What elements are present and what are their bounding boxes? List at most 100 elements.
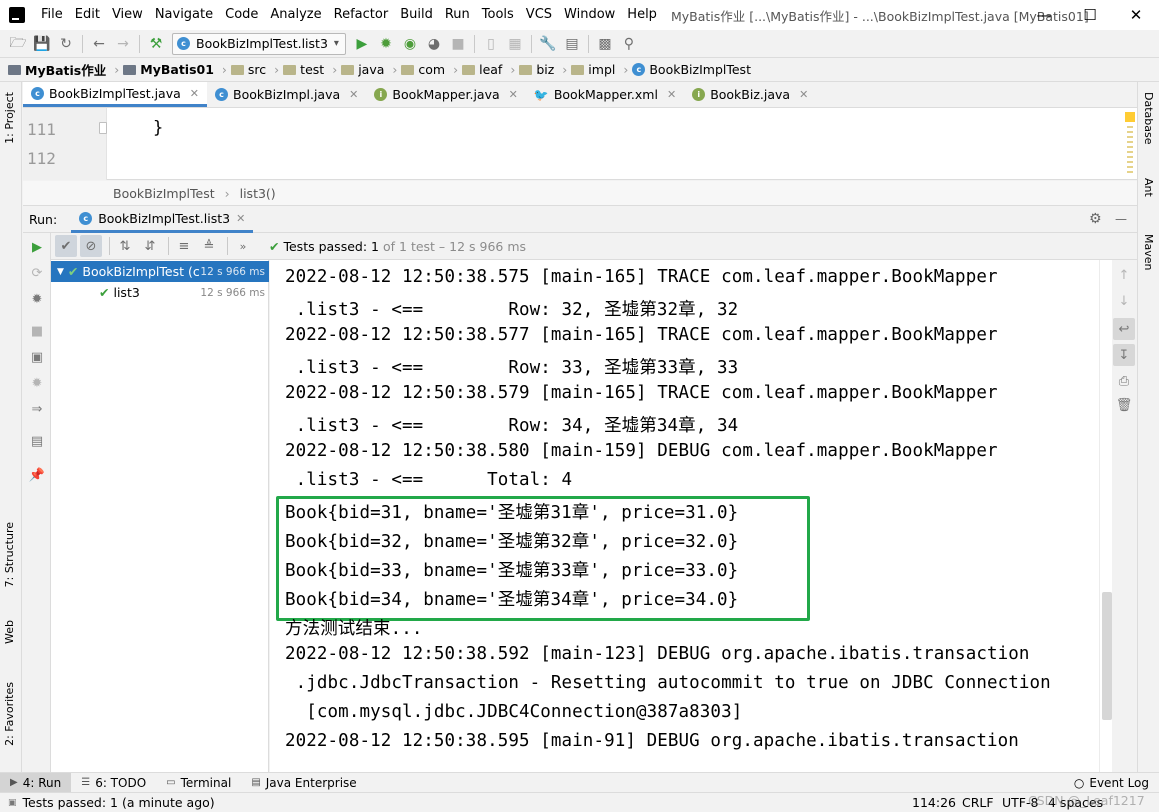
fold-marker-icon[interactable] bbox=[99, 122, 107, 134]
tool-window-ant[interactable]: Ant bbox=[1142, 178, 1155, 197]
menu-file[interactable]: File bbox=[35, 0, 69, 30]
editor-crumb-class[interactable]: BookBizImplTest bbox=[113, 186, 215, 201]
rerun-icon[interactable]: ▶ bbox=[25, 236, 49, 258]
sort-alpha-icon[interactable]: ⇅ bbox=[114, 235, 136, 257]
more-actions-icon[interactable]: » bbox=[232, 235, 254, 257]
coverage-icon[interactable]: ◉ bbox=[398, 32, 422, 56]
close-tab-icon[interactable]: ✕ bbox=[349, 88, 358, 101]
breadcrumb-item[interactable]: java › bbox=[341, 62, 401, 77]
search-icon[interactable]: ⚲ bbox=[617, 32, 641, 56]
editor-tab[interactable]: i BookBiz.java ✕ bbox=[684, 82, 816, 107]
run-icon[interactable]: ▶ bbox=[350, 32, 374, 56]
camera-snapshot-icon[interactable]: ▣ bbox=[25, 346, 49, 368]
close-tab-icon[interactable]: ✕ bbox=[190, 87, 199, 100]
menu-help[interactable]: Help bbox=[621, 0, 663, 30]
wrench-settings-icon[interactable]: 🔧 bbox=[536, 32, 560, 56]
test-class-row[interactable]: ▼ ✔ BookBizImplTest (c 12 s 966 ms bbox=[51, 261, 269, 282]
trash-icon[interactable]: 🗑 bbox=[1113, 394, 1135, 416]
menu-edit[interactable]: Edit bbox=[69, 0, 106, 30]
project-structure-icon[interactable]: ▤ bbox=[560, 32, 584, 56]
menu-vcs[interactable]: VCS bbox=[520, 0, 558, 30]
sync-icon[interactable]: ↻ bbox=[54, 32, 78, 56]
menu-refactor[interactable]: Refactor bbox=[328, 0, 395, 30]
debug-bug-icon[interactable]: ✹ bbox=[374, 32, 398, 56]
menu-window[interactable]: Window bbox=[558, 0, 621, 30]
forward-arrow-icon[interactable]: → bbox=[111, 32, 135, 56]
layout-icon[interactable]: ▤ bbox=[25, 430, 49, 452]
soft-wrap-icon[interactable]: ↩ bbox=[1113, 318, 1135, 340]
tool-window-favorites[interactable]: 2: Favorites bbox=[3, 682, 16, 746]
collapse-all-icon[interactable]: ≜ bbox=[198, 235, 220, 257]
back-arrow-icon[interactable]: ← bbox=[87, 32, 111, 56]
pin-icon[interactable]: 📌 bbox=[25, 464, 49, 486]
menu-code[interactable]: Code bbox=[219, 0, 264, 30]
caret-position[interactable]: 114:26 bbox=[912, 795, 956, 810]
menu-tools[interactable]: Tools bbox=[476, 0, 520, 30]
terminal-window-icon[interactable]: ▩ bbox=[593, 32, 617, 56]
hide-panel-icon[interactable]: — bbox=[1115, 212, 1127, 226]
event-log-button[interactable]: ○ Event Log bbox=[1064, 773, 1159, 793]
breadcrumb-item[interactable]: com › bbox=[401, 62, 462, 77]
maximize-button[interactable]: ☐ bbox=[1067, 0, 1113, 30]
stop-icon[interactable]: ■ bbox=[25, 320, 49, 342]
breadcrumb-item[interactable]: c BookBizImplTest bbox=[632, 62, 755, 77]
expand-all-icon[interactable]: ≡ bbox=[173, 235, 195, 257]
rerun-failed-icon[interactable]: ⟳ bbox=[25, 262, 49, 284]
breadcrumb-item[interactable]: impl › bbox=[571, 62, 632, 77]
stop-icon[interactable]: ■ bbox=[446, 32, 470, 56]
close-tab-icon[interactable]: ✕ bbox=[799, 88, 808, 101]
bottom-tab[interactable]: ▤ Java Enterprise bbox=[241, 773, 366, 793]
test-method-row[interactable]: ✔ list3 12 s 966 ms bbox=[51, 282, 269, 303]
menu-build[interactable]: Build bbox=[394, 0, 439, 30]
breadcrumb-item[interactable]: biz › bbox=[519, 62, 571, 77]
editor-tab[interactable]: c BookBizImpl.java ✕ bbox=[207, 82, 366, 107]
menu-analyze[interactable]: Analyze bbox=[264, 0, 327, 30]
line-separator[interactable]: CRLF bbox=[962, 795, 994, 810]
close-window-button[interactable]: ✕ bbox=[1113, 0, 1159, 30]
tool-window-structure[interactable]: 7: Structure bbox=[3, 522, 16, 587]
editor-tab[interactable]: i BookMapper.java ✕ bbox=[366, 82, 526, 107]
status-layout-icon[interactable]: ▣ bbox=[8, 798, 17, 808]
show-passed-check-icon[interactable]: ✔ bbox=[55, 235, 77, 257]
code-editor[interactable]: 111 112 } bbox=[23, 108, 1137, 180]
tool-window-database[interactable]: Database bbox=[1142, 92, 1155, 145]
breadcrumb-item[interactable]: MyBatis01 › bbox=[123, 62, 231, 77]
open-folder-icon[interactable]: 🗁 bbox=[6, 32, 30, 56]
minimize-button[interactable]: — bbox=[1021, 0, 1067, 30]
analysis-warning-icon[interactable] bbox=[1125, 112, 1135, 122]
save-icon[interactable]: 💾 bbox=[30, 32, 54, 56]
scrollbar-thumb[interactable] bbox=[1102, 592, 1112, 720]
expand-arrow-icon[interactable]: ▼ bbox=[57, 267, 64, 277]
sort-duration-icon[interactable]: ⇵ bbox=[139, 235, 161, 257]
run-config-dropdown[interactable]: c BookBizImplTest.list3 ▾ bbox=[172, 32, 346, 55]
bottom-tab[interactable]: ☰ 6: TODO bbox=[71, 773, 156, 793]
menu-navigate[interactable]: Navigate bbox=[149, 0, 219, 30]
editor-tab[interactable]: 🐦 BookMapper.xml ✕ bbox=[526, 82, 684, 107]
bottom-tab[interactable]: ▶ 4: Run bbox=[0, 772, 72, 793]
breadcrumb-item[interactable]: leaf › bbox=[462, 62, 519, 77]
scroll-to-end-icon[interactable]: ↧ bbox=[1113, 344, 1135, 366]
tool-window-maven[interactable]: Maven bbox=[1142, 234, 1155, 270]
vcs-update-icon[interactable]: ▯ bbox=[479, 32, 503, 56]
profile-icon[interactable]: ◕ bbox=[422, 32, 446, 56]
close-tab-icon[interactable]: ✕ bbox=[509, 88, 518, 101]
console-output[interactable]: 2022-08-12 12:50:38.575 [main-165] TRACE… bbox=[270, 260, 1099, 772]
scroll-up-icon[interactable]: ↑ bbox=[1113, 264, 1135, 286]
show-ignored-icon[interactable]: ⊘ bbox=[80, 235, 102, 257]
gear-icon[interactable]: ⚙ bbox=[1089, 211, 1102, 227]
vcs-commit-icon[interactable]: ▦ bbox=[503, 32, 527, 56]
editor-tab[interactable]: c BookBizImplTest.java ✕ bbox=[23, 82, 207, 107]
breadcrumb-item[interactable]: MyBatis作业 › bbox=[8, 60, 123, 79]
editor-crumb-method[interactable]: list3() bbox=[240, 186, 276, 201]
breadcrumb-item[interactable]: test › bbox=[283, 62, 341, 77]
menu-view[interactable]: View bbox=[106, 0, 149, 30]
build-hammer-icon[interactable]: ⚒ bbox=[144, 32, 168, 56]
tool-window-web[interactable]: Web bbox=[3, 620, 16, 644]
close-tab-icon[interactable]: ✕ bbox=[667, 88, 676, 101]
bottom-tab[interactable]: ▭ Terminal bbox=[156, 773, 241, 793]
scroll-down-icon[interactable]: ↓ bbox=[1113, 290, 1135, 312]
breadcrumb-item[interactable]: src › bbox=[230, 62, 283, 77]
tool-window-project[interactable]: 1: Project bbox=[3, 92, 16, 144]
close-tab-icon[interactable]: ✕ bbox=[236, 212, 245, 225]
login-import-icon[interactable]: ⇒ bbox=[25, 398, 49, 420]
